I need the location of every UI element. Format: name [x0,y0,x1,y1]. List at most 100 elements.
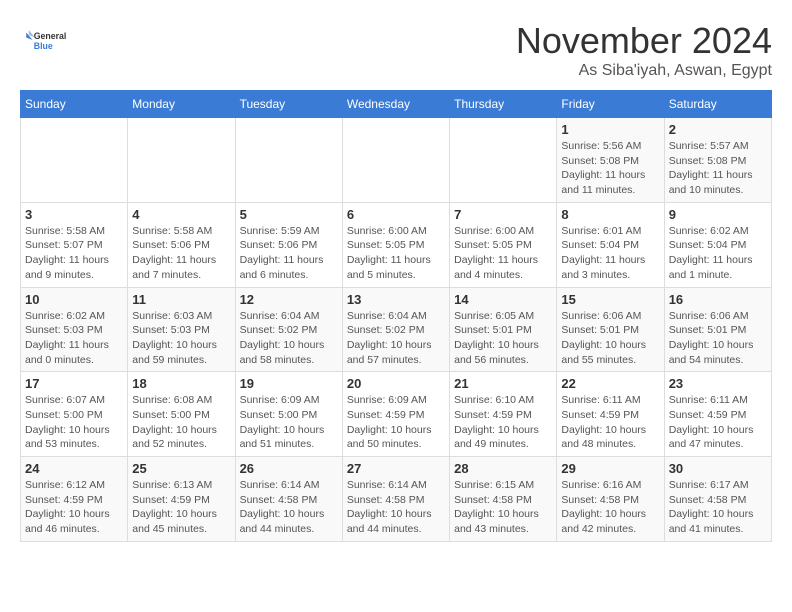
day-number: 2 [669,122,767,137]
calendar-week-row: 3Sunrise: 5:58 AM Sunset: 5:07 PM Daylig… [21,202,772,287]
day-number: 16 [669,292,767,307]
calendar-day-cell: 17 Sunrise: 6:07 AM Sunset: 5:00 PM Dayli… [21,372,128,457]
location-title: As Siba'iyah, Aswan, Egypt [516,62,772,80]
day-number: 13 [347,292,445,307]
calendar-day-cell: 25 Sunrise: 6:13 AM Sunset: 4:59 PM Dayli… [128,457,235,542]
weekday-header-row: SundayMondayTuesdayWednesdayThursdayFrid… [21,91,772,118]
calendar-day-cell: 2 Sunrise: 5:57 AM Sunset: 5:08 PM Daylig… [664,118,771,203]
day-info: Sunrise: 6:02 AM Sunset: 5:03 PM Dayligh… [25,309,123,368]
day-number: 18 [132,376,230,391]
weekday-header-saturday: Saturday [664,91,771,118]
calendar-day-cell: 10 Sunrise: 6:02 AM Sunset: 5:03 PM Dayli… [21,287,128,372]
day-info: Sunrise: 6:01 AM Sunset: 5:04 PM Dayligh… [561,224,659,283]
day-number: 24 [25,461,123,476]
calendar-day-cell: 26Sunrise: 6:14 AM Sunset: 4:58 PM Dayli… [235,457,342,542]
calendar-day-cell: 24 Sunrise: 6:12 AM Sunset: 4:59 PM Dayli… [21,457,128,542]
day-number: 19 [240,376,338,391]
calendar-day-cell: 19Sunrise: 6:09 AM Sunset: 5:00 PM Dayli… [235,372,342,457]
calendar-day-cell: 11 Sunrise: 6:03 AM Sunset: 5:03 PM Dayli… [128,287,235,372]
day-number: 22 [561,376,659,391]
day-info: Sunrise: 6:14 AM Sunset: 4:58 PM Dayligh… [347,478,445,537]
calendar-day-cell: 13 Sunrise: 6:04 AM Sunset: 5:02 PM Dayli… [342,287,449,372]
day-number: 11 [132,292,230,307]
day-number: 25 [132,461,230,476]
day-info: Sunrise: 6:09 AM Sunset: 4:59 PM Dayligh… [347,393,445,452]
day-info: Sunrise: 6:12 AM Sunset: 4:59 PM Dayligh… [25,478,123,537]
day-info: Sunrise: 6:08 AM Sunset: 5:00 PM Dayligh… [132,393,230,452]
day-info: Sunrise: 5:59 AM Sunset: 5:06 PM Dayligh… [240,224,338,283]
day-info: Sunrise: 5:56 AM Sunset: 5:08 PM Dayligh… [561,139,659,198]
calendar-day-cell: 1Sunrise: 5:56 AM Sunset: 5:08 PM Daylig… [557,118,664,203]
day-number: 27 [347,461,445,476]
logo: General Blue [20,20,70,60]
calendar-day-cell: 23 Sunrise: 6:11 AM Sunset: 4:59 PM Dayli… [664,372,771,457]
day-number: 12 [240,292,338,307]
day-info: Sunrise: 6:10 AM Sunset: 4:59 PM Dayligh… [454,393,552,452]
weekday-header-thursday: Thursday [450,91,557,118]
day-info: Sunrise: 6:05 AM Sunset: 5:01 PM Dayligh… [454,309,552,368]
weekday-header-sunday: Sunday [21,91,128,118]
calendar-week-row: 10 Sunrise: 6:02 AM Sunset: 5:03 PM Dayli… [21,287,772,372]
day-info: Sunrise: 6:15 AM Sunset: 4:58 PM Dayligh… [454,478,552,537]
calendar-day-cell: 21 Sunrise: 6:10 AM Sunset: 4:59 PM Dayli… [450,372,557,457]
calendar-day-cell: 15 Sunrise: 6:06 AM Sunset: 5:01 PM Dayli… [557,287,664,372]
day-number: 15 [561,292,659,307]
calendar-day-cell [21,118,128,203]
day-info: Sunrise: 6:07 AM Sunset: 5:00 PM Dayligh… [25,393,123,452]
calendar-day-cell: 7Sunrise: 6:00 AM Sunset: 5:05 PM Daylig… [450,202,557,287]
day-info: Sunrise: 6:03 AM Sunset: 5:03 PM Dayligh… [132,309,230,368]
calendar-day-cell: 29Sunrise: 6:16 AM Sunset: 4:58 PM Dayli… [557,457,664,542]
day-number: 30 [669,461,767,476]
day-info: Sunrise: 6:04 AM Sunset: 5:02 PM Dayligh… [347,309,445,368]
day-number: 6 [347,207,445,222]
logo-svg: General Blue [20,20,70,60]
day-info: Sunrise: 6:13 AM Sunset: 4:59 PM Dayligh… [132,478,230,537]
svg-text:General: General [34,31,67,41]
day-info: Sunrise: 6:11 AM Sunset: 4:59 PM Dayligh… [669,393,767,452]
title-area: November 2024 As Siba'iyah, Aswan, Egypt [516,20,772,80]
weekday-header-monday: Monday [128,91,235,118]
calendar-week-row: 1Sunrise: 5:56 AM Sunset: 5:08 PM Daylig… [21,118,772,203]
day-number: 4 [132,207,230,222]
day-number: 20 [347,376,445,391]
day-number: 26 [240,461,338,476]
day-info: Sunrise: 6:06 AM Sunset: 5:01 PM Dayligh… [561,309,659,368]
day-number: 5 [240,207,338,222]
day-info: Sunrise: 6:17 AM Sunset: 4:58 PM Dayligh… [669,478,767,537]
day-number: 29 [561,461,659,476]
calendar-day-cell [342,118,449,203]
day-info: Sunrise: 5:58 AM Sunset: 5:06 PM Dayligh… [132,224,230,283]
calendar-table: SundayMondayTuesdayWednesdayThursdayFrid… [20,90,772,542]
day-number: 28 [454,461,552,476]
calendar-day-cell: 28 Sunrise: 6:15 AM Sunset: 4:58 PM Dayli… [450,457,557,542]
calendar-day-cell [235,118,342,203]
svg-text:Blue: Blue [34,41,53,51]
day-info: Sunrise: 6:00 AM Sunset: 5:05 PM Dayligh… [347,224,445,283]
day-number: 17 [25,376,123,391]
weekday-header-tuesday: Tuesday [235,91,342,118]
page-header: General Blue November 2024 As Siba'iyah,… [20,20,772,80]
day-info: Sunrise: 5:57 AM Sunset: 5:08 PM Dayligh… [669,139,767,198]
day-number: 10 [25,292,123,307]
weekday-header-friday: Friday [557,91,664,118]
day-number: 8 [561,207,659,222]
calendar-week-row: 24 Sunrise: 6:12 AM Sunset: 4:59 PM Dayli… [21,457,772,542]
day-number: 14 [454,292,552,307]
calendar-day-cell: 14 Sunrise: 6:05 AM Sunset: 5:01 PM Dayli… [450,287,557,372]
day-number: 21 [454,376,552,391]
calendar-day-cell: 5 Sunrise: 5:59 AM Sunset: 5:06 PM Daylig… [235,202,342,287]
day-info: Sunrise: 5:58 AM Sunset: 5:07 PM Dayligh… [25,224,123,283]
weekday-header-wednesday: Wednesday [342,91,449,118]
day-info: Sunrise: 6:02 AM Sunset: 5:04 PM Dayligh… [669,224,767,283]
calendar-week-row: 17 Sunrise: 6:07 AM Sunset: 5:00 PM Dayli… [21,372,772,457]
calendar-day-cell: 20 Sunrise: 6:09 AM Sunset: 4:59 PM Dayli… [342,372,449,457]
calendar-day-cell [128,118,235,203]
day-info: Sunrise: 6:06 AM Sunset: 5:01 PM Dayligh… [669,309,767,368]
calendar-day-cell: 16 Sunrise: 6:06 AM Sunset: 5:01 PM Dayli… [664,287,771,372]
day-number: 23 [669,376,767,391]
day-info: Sunrise: 6:04 AM Sunset: 5:02 PM Dayligh… [240,309,338,368]
calendar-day-cell: 8 Sunrise: 6:01 AM Sunset: 5:04 PM Daylig… [557,202,664,287]
calendar-day-cell: 27 Sunrise: 6:14 AM Sunset: 4:58 PM Dayli… [342,457,449,542]
calendar-day-cell [450,118,557,203]
month-title: November 2024 [516,20,772,62]
